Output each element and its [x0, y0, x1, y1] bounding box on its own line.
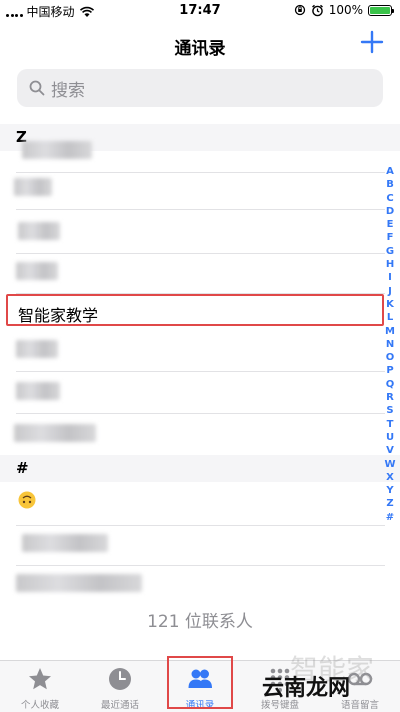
- orientation-lock-icon: [294, 4, 305, 16]
- search-placeholder: 搜索: [51, 80, 85, 101]
- contact-name-blurred: [16, 340, 58, 358]
- contact-name-blurred: [22, 534, 108, 552]
- watermark: 云南龙网: [262, 676, 351, 701]
- index-letter[interactable]: B: [386, 178, 394, 191]
- contact-row[interactable]: [0, 210, 385, 254]
- index-letter[interactable]: T: [387, 418, 394, 431]
- index-letter[interactable]: W: [384, 458, 395, 471]
- index-letter[interactable]: F: [387, 231, 394, 244]
- tab-recents[interactable]: 最近通话: [80, 661, 160, 712]
- tab-label: 个人收藏: [20, 700, 59, 711]
- index-letter[interactable]: #: [386, 511, 394, 524]
- contact-name-blurred: [16, 262, 58, 280]
- alphabet-index[interactable]: A B C D E F G H I J K L M N O P Q R S T U V W X Y Z #: [383, 165, 397, 524]
- tab-favorites[interactable]: 个人收藏: [0, 661, 80, 712]
- battery-percent: 100%: [328, 3, 363, 17]
- battery-icon: [368, 4, 394, 16]
- tab-label: 最近通话: [100, 700, 139, 711]
- index-letter[interactable]: V: [386, 444, 394, 457]
- contact-row[interactable]: [0, 328, 385, 372]
- index-letter[interactable]: M: [385, 325, 395, 338]
- index-letter[interactable]: Q: [386, 378, 395, 391]
- index-letter[interactable]: C: [386, 192, 393, 205]
- status-right: 100%: [294, 3, 394, 17]
- contact-row[interactable]: [0, 370, 385, 414]
- upside-down-face-icon: [18, 491, 36, 509]
- contact-name-blurred: [18, 222, 60, 240]
- contact-name-blurred: [16, 574, 142, 592]
- contact-name-blurred: [14, 178, 52, 196]
- index-letter[interactable]: Z: [386, 497, 393, 510]
- battery-level: [370, 6, 390, 14]
- contact-name-blurred: [22, 141, 92, 159]
- clock-icon: [109, 668, 131, 690]
- index-letter[interactable]: P: [386, 364, 393, 377]
- index-letter[interactable]: R: [386, 391, 394, 404]
- status-bar: 中国移动 17:47 100%: [0, 0, 400, 22]
- contact-name-blurred: [14, 424, 96, 442]
- index-letter[interactable]: A: [386, 165, 394, 178]
- highlight-box: [6, 294, 384, 326]
- index-letter[interactable]: K: [386, 298, 394, 311]
- index-letter[interactable]: Y: [386, 484, 393, 497]
- tab-highlight-box: [167, 656, 233, 709]
- index-letter[interactable]: U: [386, 431, 394, 444]
- section-header-hash: #: [0, 455, 400, 482]
- contact-row[interactable]: [0, 562, 385, 606]
- index-letter[interactable]: O: [386, 351, 395, 364]
- section-label: #: [16, 459, 29, 477]
- index-letter[interactable]: H: [386, 258, 394, 271]
- contact-row[interactable]: [0, 412, 385, 456]
- add-contact-button[interactable]: [358, 28, 386, 56]
- index-letter[interactable]: S: [386, 404, 393, 417]
- index-letter[interactable]: L: [387, 311, 393, 324]
- search-icon: [29, 80, 45, 96]
- contact-row[interactable]: [0, 250, 385, 294]
- contact-row[interactable]: [0, 166, 385, 210]
- alarm-icon: [311, 4, 323, 16]
- contact-row[interactable]: [0, 522, 385, 566]
- index-letter[interactable]: N: [386, 338, 394, 351]
- index-letter[interactable]: I: [388, 271, 392, 284]
- index-letter[interactable]: J: [388, 285, 392, 298]
- index-letter[interactable]: G: [386, 245, 394, 258]
- contact-name-blurred: [16, 382, 60, 400]
- page-title: 通讯录: [174, 39, 226, 59]
- index-letter[interactable]: E: [387, 218, 394, 231]
- index-letter[interactable]: X: [386, 471, 394, 484]
- contact-count: 121 位联系人: [147, 612, 253, 632]
- contact-row[interactable]: [0, 482, 385, 526]
- search-input[interactable]: 搜索: [17, 69, 383, 107]
- index-letter[interactable]: D: [386, 205, 394, 218]
- star-icon: [29, 668, 51, 690]
